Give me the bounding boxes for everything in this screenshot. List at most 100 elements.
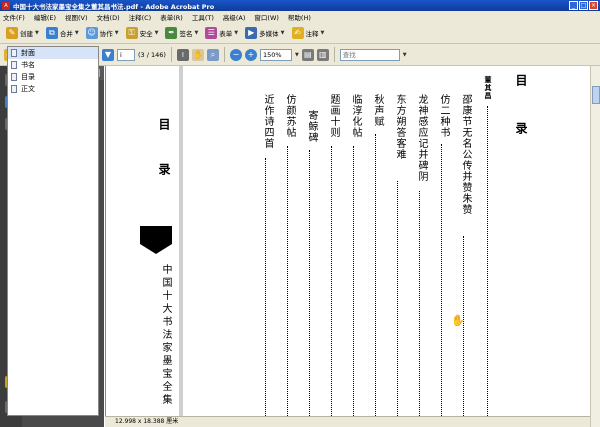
document-view[interactable]: 目 录 中国十大书法家墨宝全集 目 录 董其昌 邵康节无名公传并赞朱赞 仿二种书…	[105, 66, 590, 427]
menu-edit[interactable]: 编辑(E)	[34, 12, 56, 22]
combine-button[interactable]: ⧉ 合并 ▼	[44, 25, 81, 41]
menu-view[interactable]: 视图(V)	[65, 12, 88, 22]
dropdown-arrow-icon: ▼	[154, 29, 159, 36]
contents-author: 董其昌	[484, 76, 493, 100]
comment-label: 注释	[305, 29, 319, 38]
menu-comments[interactable]: 注释(C)	[129, 12, 152, 22]
collaborate-label: 协作	[99, 29, 113, 38]
page-number-input[interactable]: i	[117, 48, 135, 61]
collaborate-icon: ☺	[85, 26, 98, 39]
forms-label: 表单	[219, 29, 233, 38]
bookmark-label: 封面	[21, 49, 35, 57]
contents-entry: 临淳化帖	[350, 94, 361, 138]
menu-help[interactable]: 帮助(H)	[288, 12, 311, 22]
menu-window[interactable]: 窗口(W)	[254, 12, 279, 22]
page-count: (3 / 146)	[138, 50, 166, 59]
comment-button[interactable]: ✍ 注释 ▼	[290, 25, 327, 41]
contents-entry: 近作诗四首	[262, 94, 273, 149]
menu-document[interactable]: 文档(D)	[97, 12, 120, 22]
bookmark-item-title[interactable]: 书名	[8, 59, 98, 71]
fit-width-icon[interactable]: ▥	[316, 48, 329, 61]
dropdown-arrow-icon: ▼	[35, 29, 39, 36]
menu-tools[interactable]: 工具(T)	[192, 12, 214, 22]
leader-dots	[287, 146, 288, 426]
hand-cursor-icon: ✋	[451, 314, 465, 327]
next-page-icon[interactable]: ▼	[102, 48, 114, 61]
close-icon[interactable]: ×	[589, 1, 598, 10]
bookmark-label: 正文	[21, 85, 35, 93]
menu-advanced[interactable]: 高级(A)	[223, 12, 246, 22]
separator	[333, 47, 335, 62]
scrollbar-thumb[interactable]	[592, 86, 600, 104]
bookmark-item-cover[interactable]: 封面	[8, 47, 98, 59]
dropdown-arrow-icon: ▼	[114, 29, 119, 36]
dropdown-arrow-icon[interactable]: ▼	[295, 52, 299, 58]
collaborate-button[interactable]: ☺ 协作 ▼	[84, 25, 121, 41]
menu-file[interactable]: 文件(F)	[3, 12, 25, 22]
contents-heading-a: 目	[514, 74, 528, 87]
bookmark-page-icon	[11, 73, 17, 81]
bookmark-label: 书名	[21, 61, 35, 69]
contents-entry: 仿二种书	[438, 94, 449, 138]
fit-page-icon[interactable]: ▤	[301, 48, 314, 61]
secure-label: 安全	[139, 29, 153, 38]
leader-dots	[265, 158, 266, 426]
bookmark-item-contents[interactable]: 目录	[8, 71, 98, 83]
search-input[interactable]: 查找	[339, 48, 400, 61]
leader-dots	[463, 236, 464, 426]
contents-heading-b: 录	[514, 122, 528, 135]
dropdown-arrow-icon: ▼	[280, 29, 285, 36]
maximize-icon[interactable]: □	[579, 1, 588, 10]
secure-button[interactable]: ⚿ 安全 ▼	[124, 25, 161, 41]
page-size-readout: 12.998 x 18.388 厘米	[115, 418, 179, 425]
dropdown-arrow-icon: ▼	[194, 29, 199, 36]
separator	[223, 47, 225, 62]
leader-dots	[331, 146, 332, 426]
page-gap	[179, 66, 183, 427]
zoom-out-icon[interactable]: −	[229, 48, 242, 61]
leader-dots	[419, 191, 420, 426]
window-title: 中国十大书法家墨宝全集之董其昌书法.pdf - Adobe Acrobat Pr…	[13, 2, 215, 11]
dropdown-arrow-icon: ▼	[74, 29, 79, 36]
leader-dots	[309, 150, 310, 426]
multimedia-button[interactable]: ▶ 多媒体 ▼	[243, 25, 286, 41]
forms-button[interactable]: ☰ 表单 ▼	[203, 25, 240, 41]
sign-button[interactable]: ✒ 签名 ▼	[163, 25, 200, 41]
vertical-scrollbar[interactable]	[590, 66, 600, 427]
minimize-icon[interactable]: _	[569, 1, 578, 10]
status-bar: 12.998 x 18.388 厘米	[105, 416, 590, 427]
contents-entry: 寄鲸碑	[306, 110, 317, 143]
combine-icon: ⧉	[45, 26, 58, 39]
title-bar: A 中国十大书法家墨宝全集之董其昌书法.pdf - Adobe Acrobat …	[0, 0, 600, 11]
bookmark-item-body[interactable]: 正文	[8, 83, 98, 95]
marquee-zoom-icon[interactable]: ⌕	[206, 48, 219, 61]
comment-icon: ✍	[291, 26, 304, 39]
window-controls: _ □ ×	[569, 1, 598, 10]
bookmarks-list: 封面 书名 目录 正文	[7, 46, 99, 416]
create-pdf-icon: ✎	[6, 26, 18, 39]
zoom-in-icon[interactable]: +	[244, 48, 257, 61]
tasks-toolbar: ✎ 创建 ▼ ⧉ 合并 ▼ ☺ 协作 ▼ ⚿ 安全 ▼ ✒ 签名 ▼ ☰ 表单 ▼ ▶ 多媒…	[0, 22, 600, 44]
leader-dots	[397, 181, 398, 426]
contents-entry: 秋声赋	[372, 94, 383, 127]
search-dropdown-icon[interactable]: ▼	[403, 52, 407, 58]
leader-dots	[441, 144, 442, 426]
menu-bar: 文件(F) 编辑(E) 视图(V) 文档(D) 注释(C) 表单(R) 工具(T…	[0, 11, 600, 22]
bookmark-page-icon	[11, 49, 17, 57]
left-page-heading-a: 目	[157, 118, 171, 131]
hand-tool-icon[interactable]: ✋	[191, 48, 204, 61]
menu-forms[interactable]: 表单(R)	[160, 12, 183, 22]
dropdown-arrow-icon: ▼	[234, 29, 239, 36]
bookmark-page-icon	[11, 61, 17, 69]
contents-entry: 仿颜苏帖	[284, 94, 295, 138]
contents-entry: 邵康节无名公传并赞朱赞	[460, 94, 471, 215]
select-text-icon[interactable]: I	[176, 48, 189, 61]
bookmark-page-icon	[11, 85, 17, 93]
zoom-select[interactable]: 150%	[259, 48, 292, 61]
contents-entry: 题画十则	[328, 94, 339, 138]
separator	[170, 47, 172, 62]
pen-icon: ✒	[165, 26, 178, 39]
multimedia-icon: ▶	[245, 26, 258, 39]
bookmark-label: 目录	[21, 73, 35, 81]
create-button[interactable]: ✎ 创建 ▼	[4, 25, 41, 41]
